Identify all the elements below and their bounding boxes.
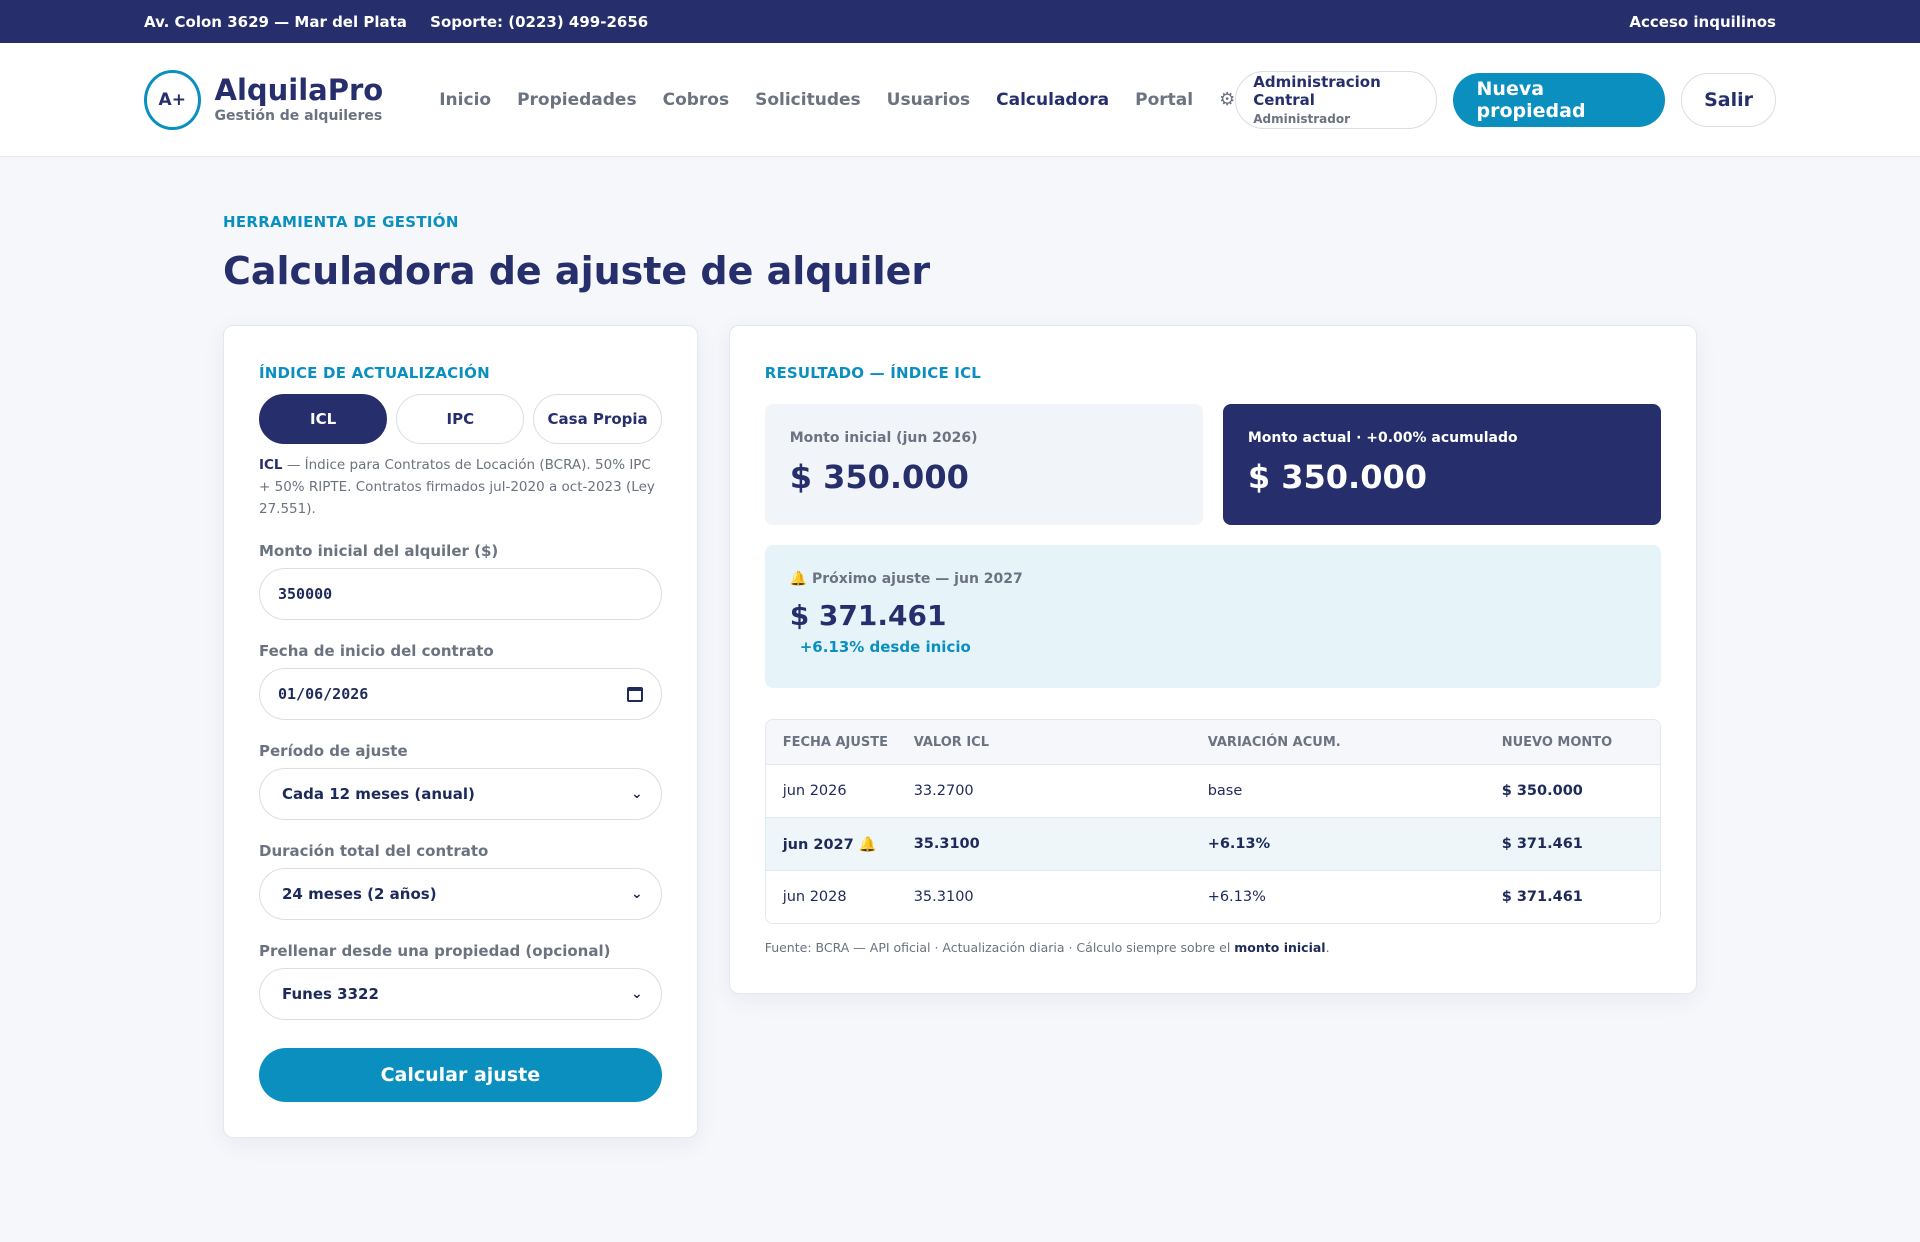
brand-subtitle: Gestión de alquileres (214, 108, 383, 125)
page-eyebrow: HERRAMIENTA DE GESTIÓN (223, 213, 459, 231)
prefill-select[interactable]: Funes 3322 ⌄ (259, 968, 662, 1020)
logo-icon[interactable]: A+ (144, 69, 201, 130)
amount-label: Monto inicial del alquiler ($) (259, 542, 499, 560)
index-description-strong: ICL (259, 457, 283, 473)
user-menu[interactable]: Administracion Central Administrador (1235, 70, 1437, 129)
user-name: Administracion Central (1253, 73, 1381, 109)
prefill-label: Prellenar desde una propiedad (opcional) (259, 942, 611, 960)
prefill-value: Funes 3322 (282, 985, 379, 1003)
current-amount-value: $ 350.000 (1247, 458, 1427, 496)
col-date: FECHA AJUSTE (782, 734, 889, 750)
chevron-down-icon: ⌄ (630, 986, 643, 1002)
row-variation: base (1207, 783, 1243, 799)
initial-amount-label: Monto inicial (jun 2026) (789, 430, 978, 446)
row-icl: 35.3100 (913, 889, 974, 905)
support-text: Soporte: (0223) 499-2656 (430, 12, 649, 31)
adjustment-table: FECHA AJUSTE VALOR ICL VARIACIÓN ACUM. N… (764, 719, 1661, 924)
duration-label: Duración total del contrato (259, 842, 489, 860)
nav-solicitudes[interactable]: Solicitudes (755, 90, 861, 110)
period-select[interactable]: Cada 12 meses (anual) ⌄ (259, 768, 662, 820)
duration-select[interactable]: 24 meses (2 años) ⌄ (259, 868, 662, 920)
next-adjustment-box: 🔔 Próximo ajuste — jun 2027 $ 371.461 +6… (764, 545, 1661, 688)
tenant-access-link[interactable]: Acceso inquilinos (1629, 13, 1776, 31)
result-label: RESULTADO — ÍNDICE ICL (764, 364, 982, 382)
result-panel: RESULTADO — ÍNDICE ICL Monto inicial (ju… (728, 325, 1697, 994)
calculate-button[interactable]: Calcular ajuste (259, 1048, 662, 1102)
nav-usuarios[interactable]: Usuarios (887, 90, 971, 110)
col-icl: VALOR ICL (913, 734, 989, 750)
brand-name: AlquilaPro (214, 72, 384, 107)
next-adjustment-label: 🔔 Próximo ajuste — jun 2027 (790, 571, 1636, 587)
row-date: jun 2026 (782, 783, 847, 799)
nav-calculadora[interactable]: Calculadora (996, 90, 1109, 110)
nav-cobros[interactable]: Cobros (663, 90, 730, 110)
gear-icon[interactable]: ⚙ (1219, 89, 1235, 110)
col-variation: VARIACIÓN ACUM. (1207, 734, 1341, 750)
main-nav: Inicio Propiedades Cobros Solicitudes Us… (439, 89, 1235, 110)
bell-icon: 🔔 (789, 571, 808, 587)
chevron-down-icon: ⌄ (630, 786, 643, 802)
col-amount: NUEVO MONTO (1501, 734, 1613, 750)
current-amount-label: Monto actual · +0.00% acumulado (1247, 430, 1518, 446)
calendar-icon[interactable] (626, 686, 643, 702)
index-option-casa-propia[interactable]: Casa Propia (533, 394, 662, 444)
nav-inicio[interactable]: Inicio (439, 90, 491, 110)
table-row: jun 2026 33.2700 base $ 350.000 (765, 764, 1660, 817)
footnote-strong: monto inicial (1234, 940, 1326, 955)
initial-amount-value: $ 350.000 (789, 458, 969, 496)
duration-value: 24 meses (2 años) (282, 885, 437, 903)
page-title: Calculadora de ajuste de alquiler (223, 249, 931, 293)
start-date-input[interactable]: 01/06/2026 (259, 668, 662, 720)
bell-icon: 🔔 (858, 836, 877, 853)
row-variation: +6.13% (1207, 836, 1271, 852)
table-row: jun 2027 🔔 35.3100 +6.13% $ 371.461 (765, 817, 1660, 870)
row-date: jun 2028 (782, 889, 847, 905)
initial-amount-box: Monto inicial (jun 2026) $ 350.000 (764, 404, 1203, 525)
logout-button[interactable]: Salir (1681, 72, 1776, 127)
nav-portal[interactable]: Portal (1135, 90, 1193, 110)
row-icl: 33.2700 (913, 783, 974, 799)
footnote-text: Fuente: BCRA — API oficial · Actualizaci… (764, 940, 1235, 955)
row-date: jun 2027 🔔 (766, 836, 914, 853)
index-description-text: — Índice para Contratos de Locación (BCR… (259, 457, 655, 517)
index-section-label: ÍNDICE DE ACTUALIZACIÓN (259, 364, 490, 382)
row-icl: 35.3100 (913, 836, 980, 852)
nav-propiedades[interactable]: Propiedades (517, 90, 637, 110)
next-adjustment-value: $ 371.461 (789, 599, 947, 632)
next-adjustment-label-text: Próximo ajuste — jun 2027 (812, 571, 1023, 587)
site-header: A+ AlquilaPro Gestión de alquileres Inic… (0, 43, 1920, 157)
index-description: ICL — Índice para Contratos de Locación … (259, 454, 662, 520)
amount-input[interactable]: 350000 (259, 568, 662, 620)
index-option-ipc[interactable]: IPC (396, 394, 525, 444)
row-date-text: jun 2027 (782, 836, 854, 853)
amount-value: 350000 (278, 585, 333, 603)
period-label: Período de ajuste (259, 742, 408, 760)
new-property-button[interactable]: Nueva propiedad (1452, 72, 1666, 127)
index-option-icl[interactable]: ICL (259, 394, 388, 444)
chevron-down-icon: ⌄ (630, 886, 643, 902)
user-role: Administrador (1253, 112, 1351, 126)
table-header: FECHA AJUSTE VALOR ICL VARIACIÓN ACUM. N… (765, 720, 1660, 764)
address-text: Av. Colon 3629 — Mar del Plata (144, 12, 407, 31)
row-amount: $ 371.461 (1501, 836, 1583, 852)
row-variation: +6.13% (1207, 889, 1266, 905)
row-amount: $ 350.000 (1501, 783, 1583, 799)
start-date-label: Fecha de inicio del contrato (259, 642, 494, 660)
index-selector: ICL IPC Casa Propia (259, 394, 662, 444)
table-row: jun 2028 35.3100 +6.13% $ 371.461 (765, 870, 1660, 923)
current-amount-box: Monto actual · +0.00% acumulado $ 350.00… (1222, 404, 1661, 525)
footnote-end: . (1325, 940, 1330, 955)
period-value: Cada 12 meses (anual) (282, 785, 475, 803)
start-date-value: 01/06/2026 (278, 685, 369, 703)
source-footnote: Fuente: BCRA — API oficial · Actualizaci… (765, 940, 1661, 955)
top-info-bar: Av. Colon 3629 — Mar del Plata Soporte: … (0, 0, 1920, 43)
next-adjustment-delta: +6.13% desde inicio (799, 638, 971, 656)
calculator-form: ÍNDICE DE ACTUALIZACIÓN ICL IPC Casa Pro… (223, 325, 698, 1138)
row-amount: $ 371.461 (1501, 889, 1583, 905)
brand: AlquilaPro Gestión de alquileres (214, 72, 384, 125)
